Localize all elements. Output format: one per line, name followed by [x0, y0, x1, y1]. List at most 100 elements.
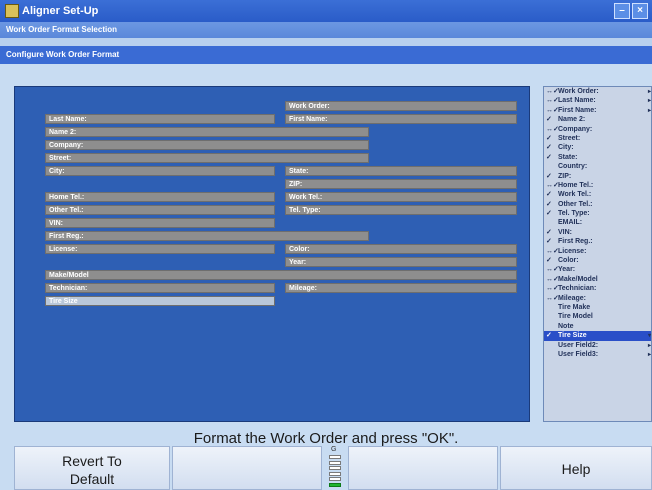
field-list-item[interactable]: ↔✓ Mileage: [544, 294, 651, 303]
check-icon: ✓ [546, 191, 552, 199]
field-list-item[interactable]: Country: [544, 162, 651, 171]
gauge-segment [329, 477, 341, 481]
minimize-icon[interactable]: – [614, 3, 630, 19]
field-list-label: First Reg.: [558, 238, 593, 246]
empty-softkey-2[interactable] [172, 446, 322, 490]
field-list-label: Work Tel.: [558, 191, 592, 199]
gauge-segment [329, 471, 341, 476]
field-list-item[interactable]: ✓ Name 2: [544, 115, 651, 124]
check-icon: ✓ [546, 257, 552, 265]
field-list-item[interactable]: ✓ Street: [544, 134, 651, 143]
gauge-segment [329, 482, 341, 487]
check-icon: ✓ [546, 200, 552, 208]
field-list-item[interactable]: ↔✓ Make/Model [544, 275, 651, 284]
field-list-label: City: [558, 144, 574, 152]
field-color[interactable]: Color: [285, 244, 517, 254]
check-icon: ↔✓ [546, 181, 559, 189]
gauge-segment [329, 460, 341, 465]
field-list-label: Name 2: [558, 116, 586, 124]
field-work-order[interactable]: Work Order: [285, 101, 517, 111]
check-icon: ↔✓ [546, 247, 559, 255]
field-list-item[interactable]: ✓ City: [544, 143, 651, 152]
field-city[interactable]: City: [45, 166, 275, 176]
field-list-item[interactable]: ↔✓ Company: [544, 125, 651, 134]
field-list-item[interactable]: Note [544, 322, 651, 331]
field-list-label: User Field3: [558, 350, 599, 358]
field-list-label: Country: [558, 163, 588, 171]
field-state[interactable]: State: [285, 166, 517, 176]
work-order-layout-panel[interactable]: Work Order: Last Name: First Name: Name … [14, 86, 530, 422]
field-list-item[interactable]: ✓ Tel. Type: [544, 209, 651, 218]
field-street[interactable]: Street: [45, 153, 369, 163]
field-home-tel[interactable]: Home Tel.: [45, 192, 275, 202]
check-icon: ✓ [546, 238, 552, 246]
empty-softkey-3[interactable] [348, 446, 498, 490]
field-list-item[interactable]: User Field3: ▸ [544, 350, 651, 359]
field-list-label: First Name: [558, 106, 597, 114]
field-last-name[interactable]: Last Name: [45, 114, 275, 124]
field-name2[interactable]: Name 2: [45, 127, 369, 137]
field-list-item[interactable]: ↔✓ Work Order: ▸ [544, 87, 651, 96]
field-zip[interactable]: ZIP: [285, 179, 517, 189]
field-list-label: Other Tel.: [558, 200, 593, 208]
field-list-item[interactable]: ✓ Other Tel.: [544, 200, 651, 209]
section-bar: Work Order Format Selection [0, 22, 652, 38]
field-list-item[interactable]: ↔✓ License: [544, 247, 651, 256]
field-list-item[interactable]: ↔✓ First Name: ▸ [544, 106, 651, 115]
field-tire-size[interactable]: Tire Size [45, 296, 275, 306]
field-list[interactable]: ↔✓ Work Order: ▸ ↔✓ Last Name: ▸ ↔✓ First Name:… [543, 86, 652, 422]
field-list-item[interactable]: ✓ Work Tel.: [544, 190, 651, 199]
field-list-item[interactable]: ↔✓ Year: [544, 265, 651, 274]
field-list-item[interactable]: ✓ State: [544, 153, 651, 162]
field-year[interactable]: Year: [285, 257, 517, 267]
field-list-item[interactable]: ✓ Tire Size ▾ [544, 331, 651, 341]
field-list-label: Tel. Type: [558, 210, 590, 218]
field-list-label: User Field2: [558, 341, 599, 349]
field-vin[interactable]: VIN: [45, 218, 275, 228]
check-icon: ✓ [546, 210, 552, 218]
field-mileage[interactable]: Mileage: [285, 283, 517, 293]
gauge-segment [329, 455, 341, 459]
field-first-name[interactable]: First Name: [285, 114, 517, 124]
field-make-model[interactable]: Make/Model [45, 270, 517, 280]
field-list-item[interactable]: EMAIL: [544, 218, 651, 227]
field-tel-type[interactable]: Tel. Type: [285, 205, 517, 215]
revert-to-default-button[interactable]: Revert To Default [14, 446, 170, 490]
field-list-item[interactable]: User Field2: ▸ [544, 341, 651, 350]
field-list-label: Make/Model [558, 275, 598, 283]
check-icon: ↔✓ [546, 285, 559, 293]
check-icon: ↔✓ [546, 266, 559, 274]
check-icon: ✓ [546, 332, 552, 340]
field-other-tel[interactable]: Other Tel.: [45, 205, 275, 215]
field-list-label: Mileage: [558, 294, 587, 302]
field-list-item[interactable]: Tire Make [544, 303, 651, 312]
field-list-item[interactable]: ✓ VIN: [544, 228, 651, 237]
check-icon: ↔✓ [546, 294, 559, 302]
title-bar: Aligner Set-Up – × [0, 0, 652, 22]
field-list-item[interactable]: ↔✓ Last Name: ▸ [544, 96, 651, 105]
close-icon[interactable]: × [632, 3, 648, 19]
check-icon: ✓ [546, 116, 552, 124]
field-list-label: Company: [558, 125, 593, 133]
field-work-tel[interactable]: Work Tel.: [285, 192, 517, 202]
window-title: Aligner Set-Up [22, 5, 99, 17]
field-list-item[interactable]: ✓ First Reg.: [544, 237, 651, 246]
check-icon: ✓ [546, 153, 552, 161]
check-icon: ✓ [546, 172, 552, 180]
field-list-label: Tire Size [558, 332, 587, 340]
field-list-item[interactable]: Tire Model [544, 312, 651, 321]
field-list-label: Note [558, 322, 574, 330]
field-license[interactable]: License: [45, 244, 275, 254]
check-icon: ✓ [546, 134, 552, 142]
field-list-item[interactable]: ✓ ZIP: [544, 172, 651, 181]
subheader-bar: Configure Work Order Format [0, 46, 652, 64]
help-button[interactable]: Help [500, 446, 652, 490]
field-list-item[interactable]: ✓ Color: [544, 256, 651, 265]
field-first-reg[interactable]: First Reg.: [45, 231, 369, 241]
field-list-item[interactable]: ↔✓ Technician: [544, 284, 651, 293]
field-company[interactable]: Company: [45, 140, 369, 150]
field-list-item[interactable]: ↔✓ Home Tel.: [544, 181, 651, 190]
field-technician[interactable]: Technician: [45, 283, 275, 293]
field-list-label: Tire Make [558, 303, 591, 311]
arrow-icon: ▸ [647, 351, 651, 358]
